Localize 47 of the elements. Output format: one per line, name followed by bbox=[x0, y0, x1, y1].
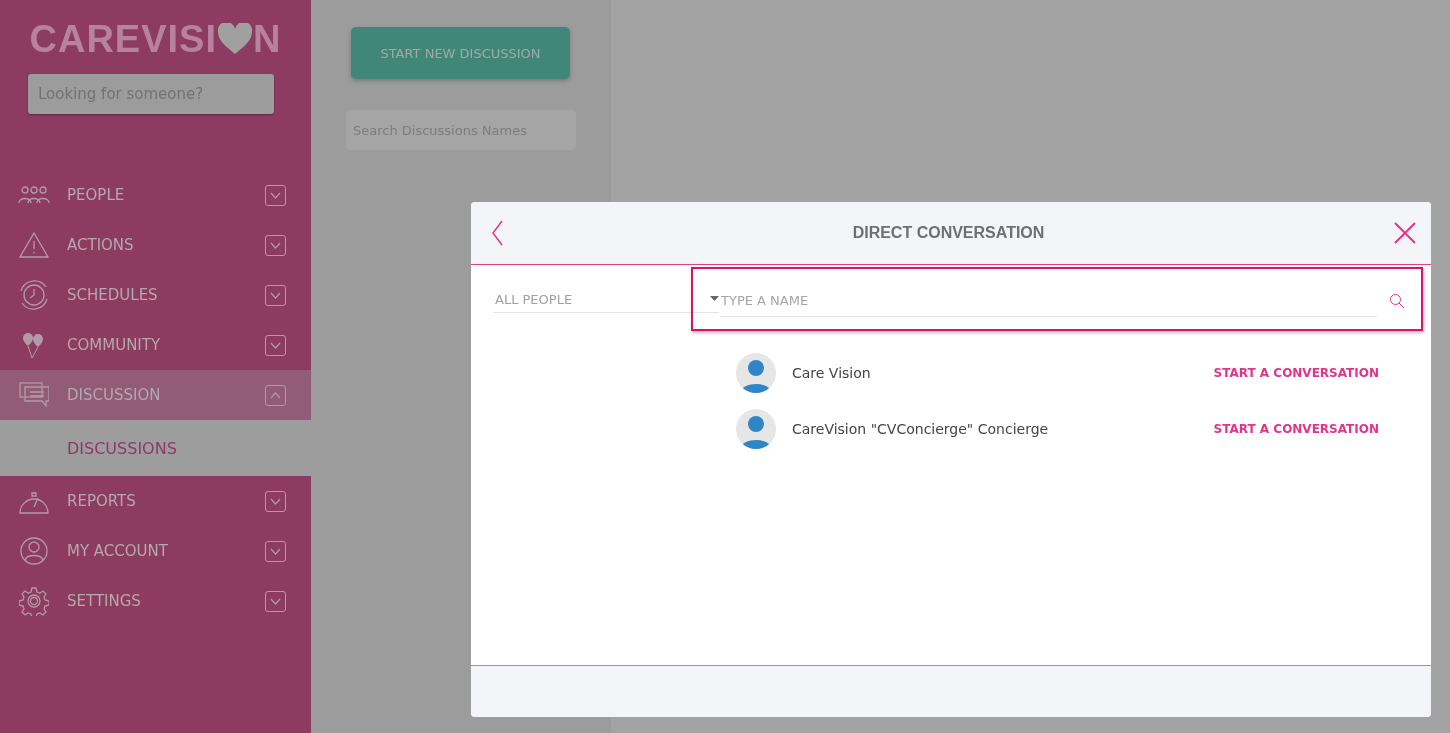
start-conversation-link[interactable]: START A CONVERSATION bbox=[1213, 422, 1379, 436]
menu-item[interactable]: MY ACCOUNT bbox=[0, 526, 311, 576]
menu-item[interactable]: COMMUNITY bbox=[0, 320, 311, 370]
menu-label: COMMUNITY bbox=[67, 336, 162, 354]
menu-label: SCHEDULES bbox=[67, 286, 159, 304]
warning-icon bbox=[19, 232, 49, 258]
new-discussion-button[interactable]: START NEW DISCUSSION bbox=[351, 27, 570, 79]
back-icon[interactable] bbox=[491, 220, 503, 246]
user-icon bbox=[19, 536, 49, 566]
chevron-up-icon[interactable] bbox=[265, 384, 286, 406]
menu-label: MY ACCOUNT bbox=[67, 542, 169, 560]
dialog-title: DIRECT CONVERSATION bbox=[851, 224, 1046, 242]
chevron-down-icon[interactable] bbox=[265, 334, 286, 356]
clock-icon bbox=[18, 279, 50, 311]
chevron-down-icon[interactable] bbox=[265, 284, 286, 306]
start-conversation-link[interactable]: START A CONVERSATION bbox=[1213, 366, 1379, 380]
menu-label: REPORTS bbox=[67, 492, 137, 510]
contact-name: CareVision "CVConcierge" Concierge bbox=[792, 421, 1050, 437]
menu-item[interactable]: ACTIONS bbox=[0, 220, 311, 270]
close-icon[interactable] bbox=[1394, 222, 1416, 244]
chevron-down-icon[interactable] bbox=[265, 540, 286, 562]
avatar-icon bbox=[736, 409, 776, 449]
menu-item[interactable]: DISCUSSION bbox=[0, 370, 311, 420]
chevron-down-icon[interactable] bbox=[265, 590, 286, 612]
gear-icon bbox=[19, 586, 49, 616]
name-search-field[interactable]: TYPE A NAME bbox=[721, 285, 1377, 317]
menu-label: SETTINGS bbox=[67, 592, 142, 610]
people-icon bbox=[18, 185, 50, 205]
avatar-icon bbox=[736, 353, 776, 393]
menu-item[interactable]: SETTINGS bbox=[0, 576, 311, 626]
menu-item[interactable]: REPORTS bbox=[0, 476, 311, 526]
submenu-item[interactable]: DISCUSSIONS bbox=[0, 420, 311, 476]
people-dropdown[interactable]: ALL PEOPLE bbox=[493, 265, 719, 313]
menu-label: ACTIONS bbox=[67, 236, 135, 254]
chat-icon bbox=[19, 382, 49, 408]
search-icon[interactable] bbox=[1389, 293, 1405, 309]
caret-icon[interactable] bbox=[710, 296, 719, 301]
menu-label: PEOPLE bbox=[67, 186, 126, 204]
chevron-down-icon[interactable] bbox=[265, 490, 286, 512]
contact-name: Care Vision bbox=[792, 365, 872, 381]
menu-item[interactable]: SCHEDULES bbox=[0, 270, 311, 320]
heart-icon bbox=[217, 23, 253, 55]
menu-item[interactable]: PEOPLE bbox=[0, 170, 311, 220]
logo: CAREVISI N bbox=[28, 17, 283, 62]
chevron-down-icon[interactable] bbox=[265, 184, 286, 206]
chevron-down-icon[interactable] bbox=[265, 234, 286, 256]
menu-label: DISCUSSION bbox=[67, 386, 162, 404]
